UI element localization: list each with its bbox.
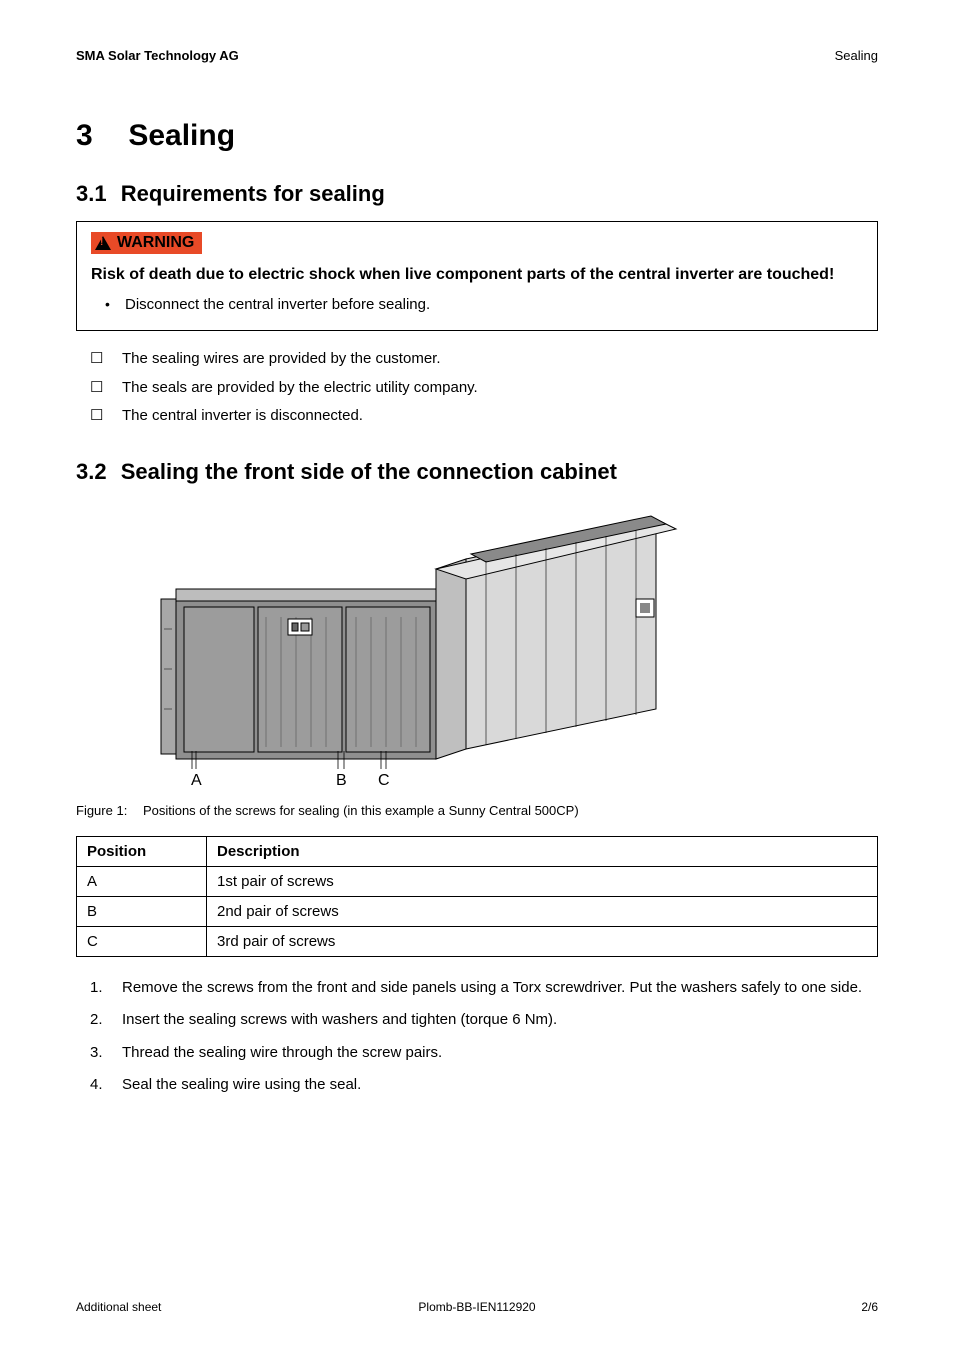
page-footer: Additional sheet Plomb-BB-IEN112920 2/6: [76, 1300, 878, 1314]
step-item: Seal the sealing wire using the seal.: [122, 1074, 878, 1097]
table-cell-description: 3rd pair of screws: [207, 926, 878, 956]
warning-bullet-list: Disconnect the central inverter before s…: [91, 294, 863, 317]
procedure-steps: Remove the screws from the front and sid…: [76, 977, 878, 1097]
section-3-2-title: Sealing the front side of the connection…: [121, 459, 617, 484]
chapter-number: 3: [76, 119, 120, 153]
warning-triangle-icon: [95, 236, 111, 250]
checklist-item: The seals are provided by the electric u…: [122, 374, 878, 403]
requirements-checklist: The sealing wires are provided by the cu…: [76, 345, 878, 431]
figure-1: A B C Figure 1: Positions of the screws …: [76, 499, 878, 818]
table-row: B 2nd pair of screws: [77, 896, 878, 926]
chapter-title: Sealing: [128, 119, 235, 152]
table-cell-position: A: [77, 866, 207, 896]
cabinet-diagram: A B C: [136, 499, 686, 789]
section-3-1-number: 3.1: [76, 181, 107, 207]
header-section: Sealing: [835, 48, 878, 63]
table-cell-position: C: [77, 926, 207, 956]
footer-doc-id: Plomb-BB-IEN112920: [418, 1300, 535, 1314]
figure-label: Figure 1:: [76, 803, 127, 818]
chapter-heading: 3 Sealing: [76, 119, 878, 153]
section-3-1-title: Requirements for sealing: [121, 181, 385, 206]
warning-label: WARNING: [91, 232, 202, 254]
table-header-row: Position Description: [77, 836, 878, 866]
table-cell-description: 2nd pair of screws: [207, 896, 878, 926]
checklist-item: The sealing wires are provided by the cu…: [122, 345, 878, 374]
figure-callout-c: C: [378, 772, 390, 789]
section-3-2-number: 3.2: [76, 459, 107, 485]
position-table: Position Description A 1st pair of screw…: [76, 836, 878, 957]
step-item: Remove the screws from the front and sid…: [122, 977, 878, 1000]
table-cell-position: B: [77, 896, 207, 926]
step-item: Thread the sealing wire through the scre…: [122, 1042, 878, 1065]
checklist-item: The central inverter is disconnected.: [122, 402, 878, 431]
figure-callout-a: A: [191, 772, 202, 789]
table-header-position: Position: [77, 836, 207, 866]
table-header-description: Description: [207, 836, 878, 866]
figure-caption-text: Positions of the screws for sealing (in …: [143, 803, 579, 818]
footer-left: Additional sheet: [76, 1300, 161, 1314]
warning-bullet-item: Disconnect the central inverter before s…: [125, 294, 863, 317]
warning-label-text: WARNING: [117, 234, 194, 252]
table-row: A 1st pair of screws: [77, 866, 878, 896]
warning-heading: Risk of death due to electric shock when…: [91, 264, 863, 286]
figure-callout-b: B: [336, 772, 347, 789]
warning-box: WARNING Risk of death due to electric sh…: [76, 221, 878, 331]
page-header: SMA Solar Technology AG Sealing: [76, 48, 878, 63]
figure-caption: Figure 1: Positions of the screws for se…: [76, 803, 878, 818]
table-cell-description: 1st pair of screws: [207, 866, 878, 896]
step-item: Insert the sealing screws with washers a…: [122, 1009, 878, 1032]
section-3-1-heading: 3.1 Requirements for sealing: [76, 181, 878, 207]
table-row: C 3rd pair of screws: [77, 926, 878, 956]
footer-page-number: 2/6: [861, 1300, 878, 1314]
header-company: SMA Solar Technology AG: [76, 48, 239, 63]
section-3-2-heading: 3.2 Sealing the front side of the connec…: [76, 459, 878, 485]
